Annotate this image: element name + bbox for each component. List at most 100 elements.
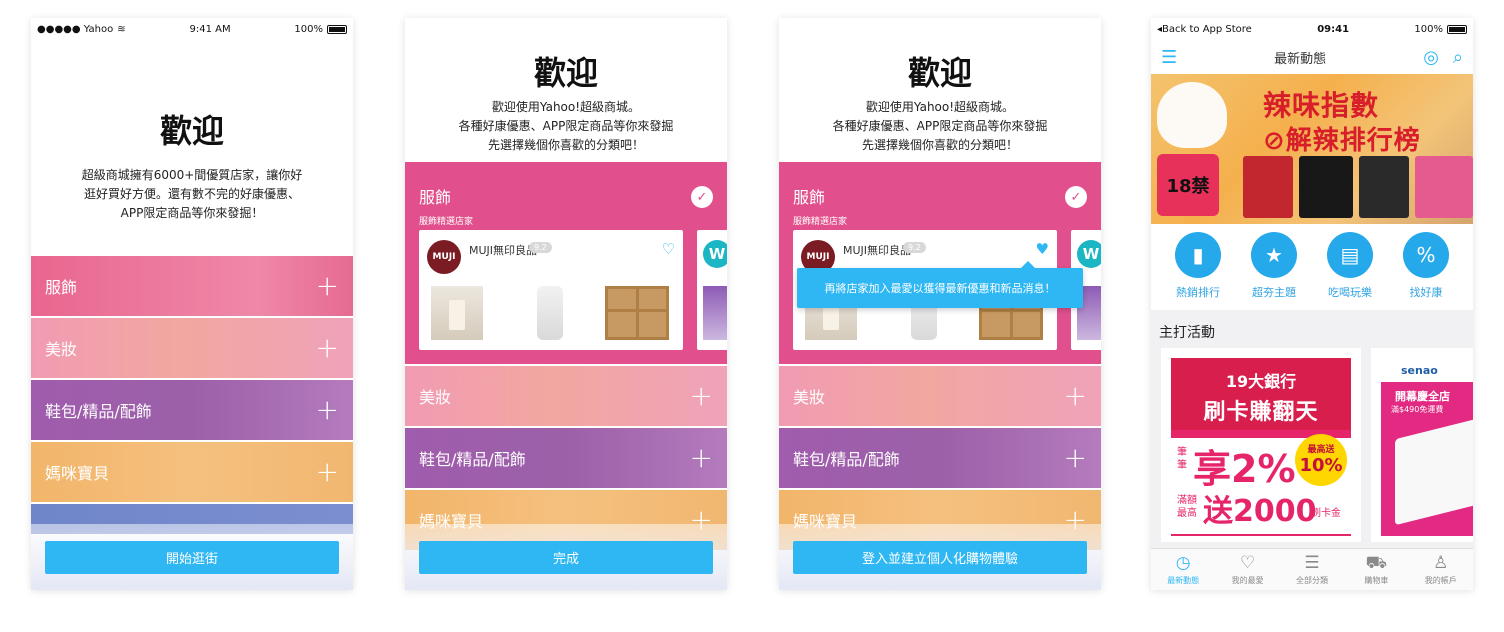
tab-account[interactable]: ♙ 我的帳戶 bbox=[1411, 553, 1471, 586]
tab-cart[interactable]: ⛟ 購物車 bbox=[1346, 553, 1406, 586]
plus-icon[interactable]: + bbox=[690, 382, 713, 410]
wifi-icon: ≋ bbox=[117, 23, 126, 35]
check-icon[interactable]: ✓ bbox=[1065, 186, 1087, 208]
heart-filled-icon[interactable]: ♥ bbox=[1036, 240, 1049, 258]
welcome-screen-3: 歡迎 歡迎使用Yahoo!超級商城。 各種好康優惠、APP限定商品等你來發掘 先… bbox=[779, 18, 1101, 590]
store-card-watsons[interactable]: W bbox=[697, 230, 727, 350]
product-image-lamp[interactable] bbox=[431, 286, 483, 340]
search-icon[interactable]: ⌕ bbox=[1453, 47, 1463, 68]
featured-stores-label: 服飾精選店家 bbox=[419, 217, 474, 227]
plus-icon[interactable]: + bbox=[1064, 444, 1087, 472]
welcome-text-line: APP限定商品等你來發掘！ bbox=[120, 206, 264, 220]
hero-banner[interactable]: 辣味指數 ⊘解辣排行榜 18禁 bbox=[1151, 74, 1473, 224]
tab-latest[interactable]: ◷ 最新動態 bbox=[1153, 553, 1213, 586]
quick-link-hot-topics[interactable]: ★ 超夯主題 bbox=[1243, 232, 1305, 300]
user-icon: ♙ bbox=[1433, 553, 1449, 573]
status-time: 9:41 AM bbox=[189, 23, 231, 35]
star-icon: ★ bbox=[1251, 232, 1297, 278]
welcome-title: 歡迎 bbox=[533, 54, 598, 92]
category-row-fashion[interactable]: 服飾 + bbox=[31, 256, 353, 316]
battery-icon bbox=[327, 24, 347, 34]
login-create-button[interactable]: 登入並建立個人化購物體驗 bbox=[793, 541, 1087, 574]
start-shopping-button[interactable]: 開始逛街 bbox=[45, 541, 339, 574]
tab-label: 全部分類 bbox=[1295, 576, 1328, 585]
category-row-baby[interactable]: 媽咪寶貝 + bbox=[31, 442, 353, 502]
clock-icon: ◷ bbox=[1175, 553, 1191, 573]
battery-label: 100% bbox=[294, 23, 323, 35]
welcome-text: 歡迎使用Yahoo!超級商城。 各種好康優惠、APP限定商品等你來發掘 先選擇幾… bbox=[779, 98, 1101, 155]
carrier-label: ●●●●● Yahoo bbox=[37, 23, 114, 35]
promo-badge-value: 10% bbox=[1299, 455, 1343, 476]
product-package bbox=[1299, 156, 1353, 218]
product-image-box[interactable] bbox=[703, 286, 727, 340]
heart-icon: ♡ bbox=[1239, 553, 1256, 573]
promo-suffix: 刷卡金 bbox=[1311, 508, 1341, 519]
section-title: 主打活動 bbox=[1159, 325, 1215, 341]
category-row-beauty[interactable]: 美妝 + bbox=[779, 366, 1101, 426]
category-expanded-fashion: 服飾 ✓ 服飾精選店家 MUJI MUJI無印良品 9.2 ♡ W bbox=[405, 162, 727, 364]
product-package bbox=[1359, 156, 1409, 218]
welcome-text-line: 各種好康優惠、APP限定商品等你來發掘 bbox=[458, 119, 674, 133]
tab-label: 我的最愛 bbox=[1231, 576, 1264, 585]
muji-logo: MUJI bbox=[427, 240, 461, 274]
store-rating: 9.2 bbox=[903, 242, 926, 253]
promo-card-bank[interactable]: 19大銀行 刷卡賺翻天 筆筆 享2% 最高送 10% 滿額最高 送2000 刷卡… bbox=[1161, 348, 1361, 542]
plus-icon[interactable]: + bbox=[690, 444, 713, 472]
plus-icon[interactable]: + bbox=[1064, 382, 1087, 410]
promo-big-text-2: 送2000 bbox=[1203, 494, 1317, 529]
promo-image: senao 開幕慶全店 滿$490免運費 bbox=[1381, 358, 1473, 536]
tab-favorites[interactable]: ♡ 我的最愛 bbox=[1218, 553, 1278, 586]
cart-icon: ⛟ bbox=[1365, 553, 1388, 573]
quick-link-label: 超夯主題 bbox=[1252, 286, 1296, 299]
store-card-muji[interactable]: MUJI MUJI無印良品 9.2 ♡ bbox=[419, 230, 683, 350]
product-image-shelf[interactable] bbox=[605, 286, 669, 340]
menu-icon[interactable]: ☰ bbox=[1161, 47, 1177, 68]
store-rating: 9.2 bbox=[529, 242, 552, 253]
welcome-text-line: 歡迎使用Yahoo!超級商城。 bbox=[865, 100, 1015, 114]
welcome-screen-2: 歡迎 歡迎使用Yahoo!超級商城。 各種好康優惠、APP限定商品等你來發掘 先… bbox=[405, 18, 727, 590]
plus-icon[interactable]: + bbox=[316, 396, 339, 424]
tab-label: 最新動態 bbox=[1167, 576, 1200, 585]
category-row-bags[interactable]: 鞋包/精品/配飾 + bbox=[31, 380, 353, 440]
plus-icon[interactable]: + bbox=[316, 272, 339, 300]
product-image-purifier[interactable] bbox=[537, 286, 563, 340]
promo-badge: 最高送 10% bbox=[1295, 434, 1347, 486]
category-label: 鞋包/精品/配飾 bbox=[793, 450, 900, 469]
back-to-app-store-link[interactable]: ◂Back to App Store bbox=[1157, 24, 1252, 35]
category-row-beauty[interactable]: 美妝 + bbox=[405, 366, 727, 426]
category-row-bags[interactable]: 鞋包/精品/配飾 + bbox=[779, 428, 1101, 488]
welcome-title: 歡迎 bbox=[159, 112, 224, 150]
plus-icon[interactable]: + bbox=[316, 334, 339, 362]
welcome-text: 超級商城擁有6000+間優質店家，讓你好 逛好買好方便。還有數不完的好康優惠、 … bbox=[31, 166, 353, 223]
welcome-text-line: 先選擇幾個你喜歡的分類吧！ bbox=[861, 138, 1018, 152]
promo-label-b: 滿額最高 bbox=[1177, 495, 1197, 519]
promo-label-a: 筆筆 bbox=[1177, 447, 1187, 471]
quick-link-deals[interactable]: % 找好康 bbox=[1395, 232, 1457, 300]
category-label: 鞋包/精品/配飾 bbox=[419, 450, 526, 469]
tab-label: 購物車 bbox=[1364, 576, 1389, 585]
product-package bbox=[1243, 156, 1293, 218]
category-row-bags[interactable]: 鞋包/精品/配飾 + bbox=[405, 428, 727, 488]
banner-headline: 辣味指數 bbox=[1263, 89, 1380, 122]
heart-outline-icon[interactable]: ♡ bbox=[662, 240, 675, 258]
promo-card-senao[interactable]: senao 開幕慶全店 滿$490免運費 bbox=[1371, 348, 1473, 542]
store-name: MUJI無印良品 bbox=[469, 244, 538, 257]
welcome-title: 歡迎 bbox=[907, 54, 972, 92]
done-button[interactable]: 完成 bbox=[419, 541, 713, 574]
category-label: 服飾 bbox=[793, 188, 826, 207]
promo-subtitle: 滿$490免運費 bbox=[1391, 405, 1444, 414]
plus-icon[interactable]: + bbox=[316, 458, 339, 486]
tab-bar: ◷ 最新動態 ♡ 我的最愛 ☰ 全部分類 ⛟ 購物車 ♙ 我的帳戶 bbox=[1151, 548, 1473, 590]
quick-link-food-fun[interactable]: ▤ 吃喝玩樂 bbox=[1319, 232, 1381, 300]
quick-link-best-sellers[interactable]: ▮ 熱銷排行 bbox=[1167, 232, 1229, 300]
battery-label: 100% bbox=[1414, 23, 1443, 35]
camera-icon[interactable]: ◎ bbox=[1423, 47, 1439, 68]
category-label: 服飾 bbox=[45, 278, 78, 297]
promo-line1: 19大銀行 bbox=[1225, 372, 1297, 391]
ticket-icon: ▤ bbox=[1327, 232, 1373, 278]
quick-link-label: 找好康 bbox=[1409, 286, 1443, 299]
category-row-beauty[interactable]: 美妝 + bbox=[31, 318, 353, 378]
check-icon[interactable]: ✓ bbox=[691, 186, 713, 208]
welcome-text-line: 超級商城擁有6000+間優質店家，讓你好 bbox=[81, 168, 303, 182]
tab-categories[interactable]: ☰ 全部分類 bbox=[1282, 553, 1342, 586]
